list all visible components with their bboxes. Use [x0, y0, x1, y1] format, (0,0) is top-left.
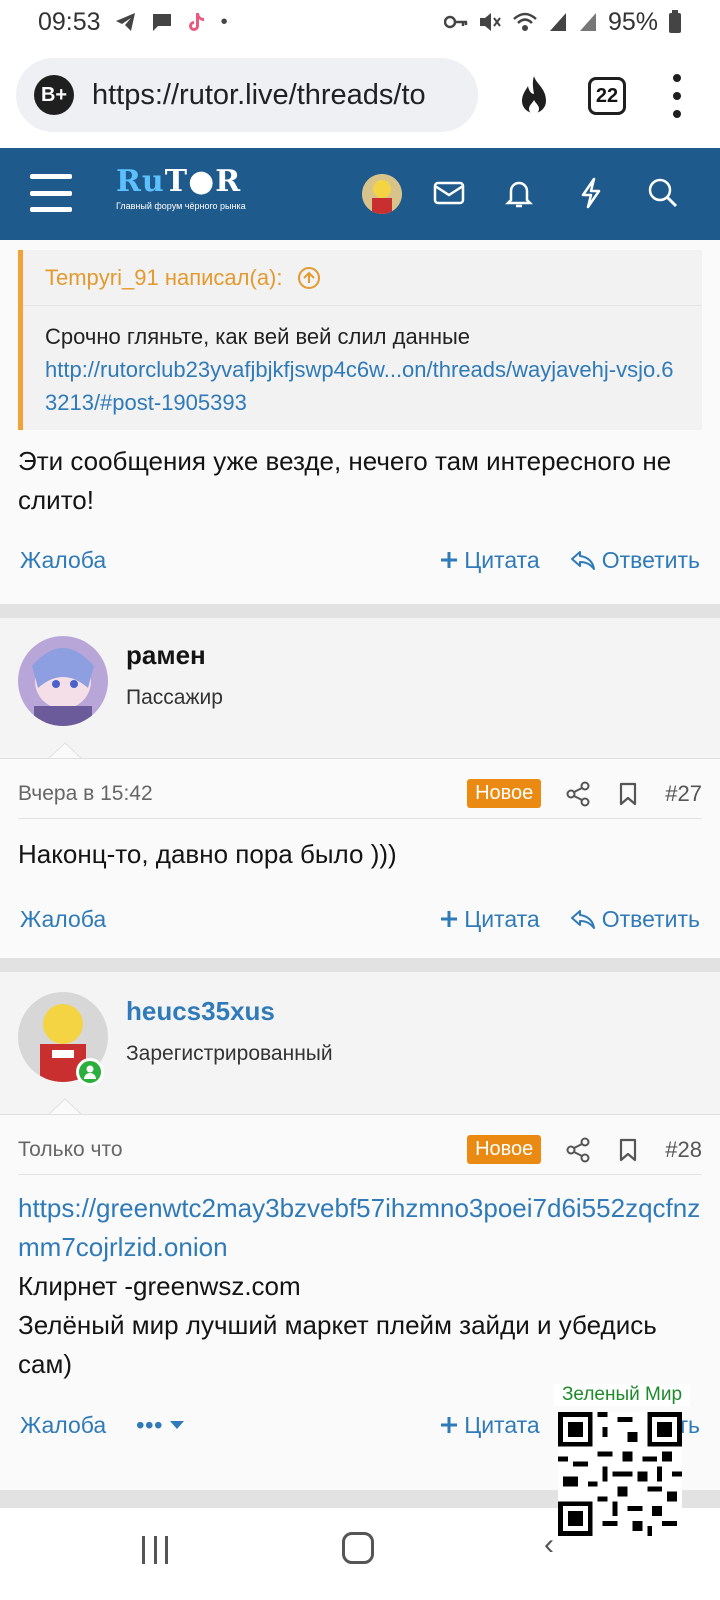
post-separator	[0, 958, 720, 972]
message-icon	[152, 14, 171, 31]
post-text-line: Зелёный мир лучший маркет плейм зайди и …	[18, 1310, 657, 1379]
report-link[interactable]: Жалоба	[20, 547, 106, 574]
plus-icon	[441, 552, 458, 568]
reply-button[interactable]: Ответить	[570, 547, 700, 574]
post-card: Вчера в 15:42 Новое #27 Наконц-то, давно…	[0, 758, 720, 958]
post-actions: Жалоба Цитата Ответить	[20, 899, 700, 939]
new-badge: Новое	[467, 779, 542, 808]
post-number[interactable]: #27	[665, 781, 702, 807]
username[interactable]: рамен	[126, 640, 206, 671]
online-status-icon	[76, 1058, 104, 1086]
quote-button[interactable]: Цитата	[440, 906, 540, 933]
thread-content: Tempyri_91 написал(а): Срочно гляньте, к…	[0, 240, 720, 1508]
onion-link[interactable]: https://greenwtc2may3bzvebf57ihzmno3poei…	[18, 1189, 702, 1267]
tabs-count-button[interactable]: 22	[588, 77, 626, 115]
post-separator	[0, 604, 720, 618]
site-logo[interactable]: RuT●R Главный форум чёрного рынка	[116, 164, 256, 226]
user-title: Пассажир	[126, 686, 223, 709]
logo-tagline: Главный форум чёрного рынка	[116, 201, 246, 211]
battery-percent: 95%	[607, 7, 658, 36]
post-user-header: рамен Пассажир	[0, 618, 720, 760]
quote-button[interactable]: Цитата	[440, 1412, 540, 1439]
battery-icon	[669, 10, 681, 33]
avatar[interactable]	[18, 636, 108, 726]
caret-down-icon	[170, 1421, 185, 1429]
wifi-icon	[513, 12, 537, 31]
user-title: Зарегистрированный	[126, 1042, 333, 1065]
username[interactable]: heucs35xus	[126, 996, 275, 1027]
post-card: Tempyri_91 написал(а): Срочно гляньте, к…	[0, 240, 720, 604]
mute-icon	[479, 13, 501, 31]
post-meta: Только что Новое #28	[18, 1125, 702, 1175]
post-text-line: Клирнет -greenwsz.com	[18, 1271, 301, 1301]
post-text: Наконц-то, давно пора было )))	[18, 839, 397, 869]
recent-apps-icon[interactable]	[142, 1536, 168, 1564]
user-avatar[interactable]	[362, 174, 402, 214]
new-badge: Новое	[467, 1135, 542, 1164]
quote-author: Tempyri_91 написал(а):	[45, 264, 283, 290]
reply-icon	[570, 551, 595, 570]
status-time: 09:53	[38, 7, 101, 36]
post-date[interactable]: Только что	[18, 1138, 123, 1162]
quote-body: Срочно гляньте, как вей вей слил данные …	[23, 306, 702, 433]
share-icon[interactable]	[565, 781, 591, 807]
tiktok-icon	[188, 13, 204, 31]
post-number[interactable]: #28	[665, 1137, 702, 1163]
home-icon[interactable]	[342, 1532, 374, 1564]
quote-link[interactable]: http://rutorclub23yvafjbjkfjswp4c6w...on…	[45, 353, 680, 419]
bell-icon[interactable]	[502, 176, 536, 210]
post-meta: Вчера в 15:42 Новое #27	[18, 769, 702, 819]
signal-icon	[579, 13, 596, 31]
reply-icon	[570, 910, 595, 929]
browser-toolbar: B+ https://rutor.live/threads/to 22	[0, 44, 720, 148]
post-actions: Жалоба Цитата Ответить	[20, 540, 700, 580]
more-actions-menu[interactable]: •••	[136, 1412, 185, 1439]
quote-block: Tempyri_91 написал(а): Срочно гляньте, к…	[18, 250, 702, 430]
forum-header: RuT●R Главный форум чёрного рынка	[0, 148, 720, 240]
reply-button[interactable]: Ответить	[570, 906, 700, 933]
report-link[interactable]: Жалоба	[20, 906, 106, 933]
signal-icon	[549, 13, 566, 31]
back-icon[interactable]: ‹	[544, 1528, 554, 1562]
post-date[interactable]: Вчера в 15:42	[18, 782, 153, 806]
key-icon	[443, 15, 468, 29]
search-icon[interactable]	[646, 176, 680, 210]
report-link[interactable]: Жалоба	[20, 1412, 106, 1439]
ad-title: Зеленый Мир	[554, 1384, 690, 1406]
browser-plus-icon[interactable]: B+	[34, 75, 74, 115]
url-text[interactable]: https://rutor.live/threads/to	[92, 79, 452, 112]
plus-icon	[441, 1417, 458, 1433]
notification-icons: •	[115, 11, 228, 34]
quote-text: Срочно гляньте, как вей вей слил данные	[45, 324, 471, 349]
post-text: Эти сообщения уже везде, нечего там инте…	[18, 446, 672, 515]
address-bar[interactable]: B+ https://rutor.live/threads/to	[16, 58, 478, 132]
inbox-icon[interactable]	[432, 176, 466, 210]
qr-code-icon	[558, 1412, 682, 1536]
logo-wordmark: RuT●R	[116, 164, 242, 199]
system-icons: 95%	[443, 7, 682, 37]
bookmark-icon[interactable]	[615, 1137, 641, 1163]
lightning-icon[interactable]	[574, 176, 608, 210]
share-icon[interactable]	[565, 1137, 591, 1163]
ad-overlay[interactable]: Зеленый Мир	[554, 1384, 690, 1554]
more-options-icon[interactable]	[670, 74, 684, 118]
menu-icon[interactable]	[30, 174, 72, 212]
status-bar: 09:53 • 95%	[0, 0, 720, 44]
post-body: https://greenwtc2may3bzvebf57ihzmno3poei…	[18, 1189, 702, 1384]
dot-icon: •	[220, 10, 228, 33]
bookmark-icon[interactable]	[615, 781, 641, 807]
quote-header[interactable]: Tempyri_91 написал(а):	[23, 250, 702, 306]
arrow-up-circle-icon[interactable]	[297, 266, 321, 290]
quote-button[interactable]: Цитата	[440, 547, 540, 574]
plus-icon	[441, 911, 458, 927]
fire-icon[interactable]	[516, 74, 552, 118]
post-user-header: heucs35xus Зарегистрированный	[0, 972, 720, 1116]
telegram-icon	[115, 13, 135, 31]
